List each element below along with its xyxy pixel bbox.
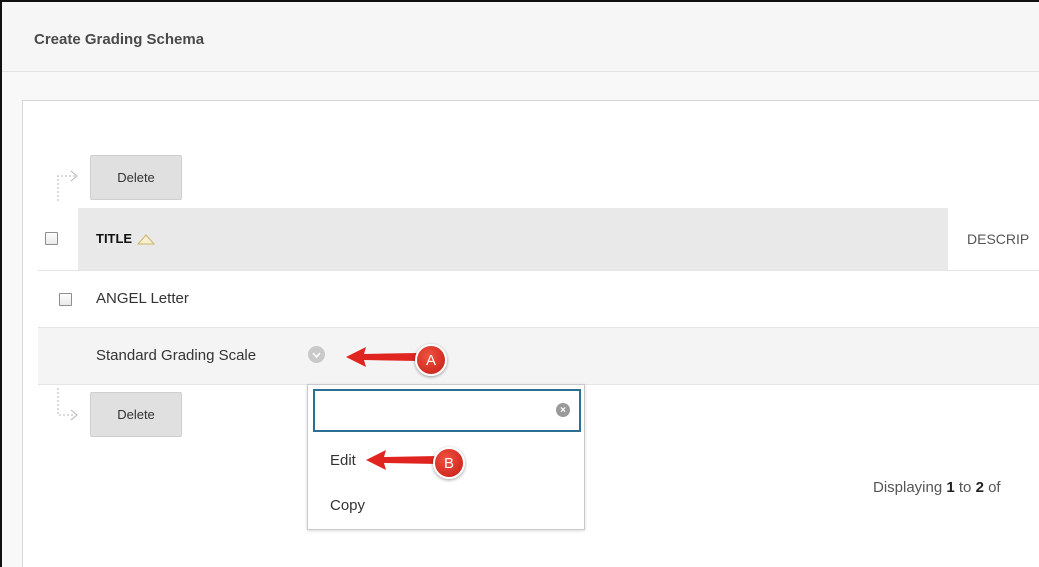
pagination-status: Displaying 1 to 2 of [873,479,1001,496]
delete-button-bottom[interactable]: Delete [90,392,182,437]
pager-to: to [958,479,972,496]
select-all-checkbox[interactable] [45,232,58,245]
sort-ascending-icon [136,233,156,244]
column-title-label: TITLE [96,231,133,246]
pager-end: 2 [975,479,984,496]
column-header-description[interactable]: DESCRIP [967,231,1029,247]
row-checkbox[interactable] [59,293,72,306]
page-header: Create Grading Schema [2,2,1039,72]
table-header [78,208,948,270]
chevron-down-icon[interactable] [308,346,325,363]
menu-item-copy[interactable]: Copy [330,497,365,514]
callout-badge-a: A [415,344,447,376]
column-header-title[interactable]: TITLE [96,231,156,246]
callout-arrow-b [366,450,438,470]
callout-badge-b: B [433,447,465,479]
menu-search-input[interactable] [313,389,581,432]
page-title: Create Grading Schema [34,31,205,48]
pager-prefix: Displaying [873,479,943,496]
delete-button-top[interactable]: Delete [90,155,182,200]
table-row-title[interactable]: Standard Grading Scale [96,347,256,364]
bulk-action-arrow-icon [57,388,78,421]
table-row-title[interactable]: ANGEL Letter [96,290,189,307]
clear-icon[interactable]: × [556,403,570,417]
pager-start: 1 [946,479,955,496]
pager-suffix: of [988,479,1001,496]
bulk-action-arrow-icon [57,170,78,201]
row-divider [38,270,1039,271]
callout-arrow-a [346,347,418,367]
menu-item-edit[interactable]: Edit [330,452,356,469]
